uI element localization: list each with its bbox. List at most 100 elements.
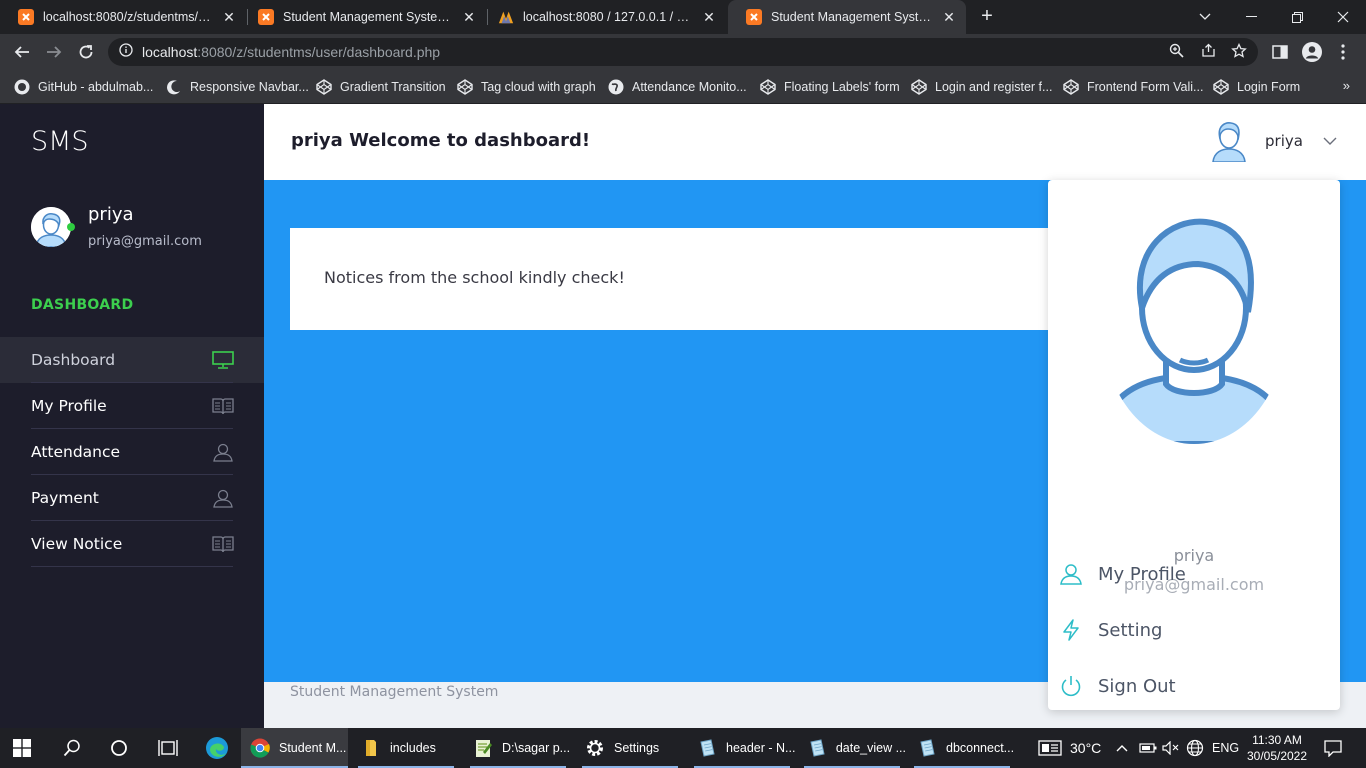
url-text: localhost:8080/z/studentms/user/dashboar… bbox=[142, 44, 441, 60]
bookmark-item[interactable]: GitHub - abdulmab... bbox=[14, 78, 153, 96]
sidebar: SMS priya priya@gmail.com DASHBOARD Dash… bbox=[0, 104, 264, 728]
xampp-favicon-icon bbox=[258, 9, 274, 25]
section-heading: DASHBOARD bbox=[31, 297, 134, 313]
close-window-button[interactable] bbox=[1320, 0, 1366, 34]
taskbar-app-notepad[interactable]: header - N... bbox=[688, 728, 796, 768]
tab-title: Student Management System|||Da bbox=[283, 10, 454, 24]
moon-logo-icon bbox=[166, 79, 182, 95]
network-globe-icon[interactable] bbox=[1186, 728, 1204, 768]
monitor-icon bbox=[212, 350, 234, 370]
bookmark-item[interactable]: Login and register f... bbox=[911, 78, 1052, 96]
codepen-icon bbox=[760, 79, 776, 95]
volume-muted-icon[interactable] bbox=[1162, 728, 1180, 768]
cortana-icon[interactable] bbox=[110, 728, 128, 768]
dropdown-item-my-profile[interactable]: My Profile bbox=[1060, 554, 1328, 594]
language-indicator[interactable]: ENG bbox=[1212, 728, 1239, 768]
sidebar-item-my-profile[interactable]: My Profile bbox=[0, 383, 264, 429]
close-icon[interactable]: ✕ bbox=[942, 9, 956, 26]
close-icon[interactable]: ✕ bbox=[462, 9, 476, 26]
user-icon bbox=[1060, 563, 1082, 585]
sidebar-menu: Dashboard My Profile Attendance Payment bbox=[0, 337, 264, 567]
avatar bbox=[31, 207, 71, 247]
globe-icon bbox=[608, 79, 624, 95]
side-panel-icon[interactable] bbox=[1267, 39, 1293, 65]
more-menu-icon[interactable] bbox=[1330, 39, 1356, 65]
browser-tab[interactable]: localhost:8080/z/studentms/user/ ✕ bbox=[0, 0, 246, 34]
bookmark-item[interactable]: Attendance Monito... bbox=[608, 78, 747, 96]
dropdown-item-sign-out[interactable]: Sign Out bbox=[1060, 666, 1328, 706]
new-tab-button[interactable]: + bbox=[976, 5, 998, 27]
sidebar-item-attendance[interactable]: Attendance bbox=[0, 429, 264, 475]
brand-logo[interactable]: SMS bbox=[31, 126, 89, 157]
address-bar[interactable]: localhost:8080/z/studentms/user/dashboar… bbox=[108, 38, 1258, 66]
browser-tab[interactable]: Student Management System|||Da ✕ bbox=[240, 0, 486, 34]
browser-tab[interactable]: localhost:8080 / 127.0.0.1 / stude ✕ bbox=[480, 0, 726, 34]
book-icon bbox=[212, 534, 234, 554]
sidebar-item-label: Dashboard bbox=[31, 351, 116, 369]
tab-search-chevron-icon[interactable] bbox=[1182, 0, 1228, 34]
bookmark-item[interactable]: Frontend Form Vali... bbox=[1063, 78, 1203, 96]
bookmark-item[interactable]: Login Form bbox=[1213, 78, 1300, 96]
taskbar-app-notepad[interactable]: date_view ... bbox=[798, 728, 906, 768]
sidebar-user-email: priya@gmail.com bbox=[88, 234, 202, 249]
taskbar-app-notepadpp[interactable]: D:\sagar p... bbox=[464, 728, 572, 768]
back-arrow-icon[interactable] bbox=[9, 39, 35, 65]
bookmark-item[interactable]: Tag cloud with graph bbox=[457, 78, 596, 96]
task-view-icon[interactable] bbox=[158, 728, 178, 768]
close-icon[interactable]: ✕ bbox=[222, 9, 236, 26]
taskbar-app-explorer[interactable]: includes bbox=[352, 728, 460, 768]
header-user-name[interactable]: priya bbox=[1265, 132, 1303, 150]
notepad-icon bbox=[806, 737, 828, 759]
bookmark-item[interactable]: Gradient Transition bbox=[316, 78, 446, 96]
notifications-icon[interactable] bbox=[1324, 728, 1342, 768]
taskbar-app-label: includes bbox=[390, 741, 436, 755]
notice-text: Notices from the school kindly check! bbox=[324, 268, 625, 287]
notepad-icon bbox=[916, 737, 938, 759]
minimize-button[interactable] bbox=[1228, 0, 1274, 34]
taskbar-app-notepad[interactable]: dbconnect... bbox=[908, 728, 1016, 768]
search-icon[interactable] bbox=[63, 728, 81, 768]
sidebar-user-name: priya bbox=[88, 204, 134, 225]
sidebar-item-payment[interactable]: Payment bbox=[0, 475, 264, 521]
taskbar-app-settings[interactable]: Settings bbox=[576, 728, 684, 768]
clock-time: 11:30 AM bbox=[1252, 733, 1302, 747]
browser-tab-active[interactable]: Student Management System|||Da ✕ bbox=[728, 0, 966, 34]
codepen-icon bbox=[316, 79, 332, 95]
weather-widget[interactable]: 30°C bbox=[1038, 728, 1101, 768]
restore-button[interactable] bbox=[1274, 0, 1320, 34]
sidebar-item-dashboard[interactable]: Dashboard bbox=[0, 337, 264, 383]
system-clock[interactable]: 11:30 AM 30/05/2022 bbox=[1246, 732, 1308, 764]
reload-icon[interactable] bbox=[73, 39, 99, 65]
taskbar-app-chrome[interactable]: Student M... bbox=[241, 728, 348, 768]
windows-taskbar: Student M... includes D:\sagar p... Sett… bbox=[0, 728, 1366, 768]
bookmark-item[interactable]: Responsive Navbar... bbox=[166, 78, 309, 96]
tab-title: Student Management System|||Da bbox=[771, 10, 934, 24]
codepen-icon bbox=[911, 79, 927, 95]
tab-title: localhost:8080/z/studentms/user/ bbox=[43, 10, 214, 24]
battery-icon[interactable] bbox=[1139, 728, 1157, 768]
sidebar-item-view-notice[interactable]: View Notice bbox=[0, 521, 264, 567]
footer: Student Management System bbox=[290, 684, 499, 700]
zoom-icon[interactable] bbox=[1167, 43, 1185, 61]
forward-arrow-icon[interactable] bbox=[41, 39, 67, 65]
edge-icon[interactable] bbox=[205, 728, 229, 768]
header-avatar[interactable] bbox=[1211, 120, 1247, 163]
codepen-icon bbox=[1063, 79, 1079, 95]
windows-start-icon[interactable] bbox=[13, 728, 31, 768]
news-widget-icon bbox=[1038, 740, 1062, 756]
chevron-up-icon[interactable] bbox=[1115, 728, 1129, 768]
share-icon[interactable] bbox=[1199, 43, 1217, 61]
bookmark-item[interactable]: Floating Labels' form bbox=[760, 78, 900, 96]
close-icon[interactable]: ✕ bbox=[702, 9, 716, 26]
bookmark-star-icon[interactable] bbox=[1230, 42, 1248, 61]
bookmarks-overflow-button[interactable]: » bbox=[1343, 78, 1350, 93]
site-info-icon[interactable] bbox=[117, 43, 135, 61]
xampp-favicon-icon bbox=[746, 9, 762, 25]
web-page: SMS priya priya@gmail.com DASHBOARD Dash… bbox=[0, 104, 1366, 728]
profile-avatar-icon[interactable] bbox=[1299, 39, 1325, 65]
chevron-down-icon[interactable] bbox=[1322, 134, 1338, 146]
sidebar-item-label: Payment bbox=[31, 489, 99, 507]
dropdown-item-setting[interactable]: Setting bbox=[1060, 610, 1328, 650]
online-status-dot bbox=[67, 223, 75, 231]
taskbar-app-label: D:\sagar p... bbox=[502, 741, 571, 755]
